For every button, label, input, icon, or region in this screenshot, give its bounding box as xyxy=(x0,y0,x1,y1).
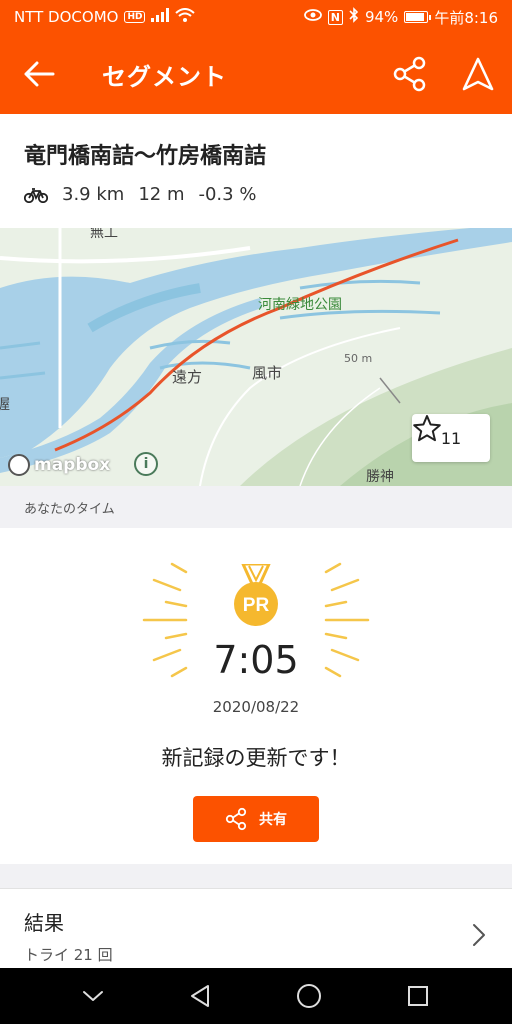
nav-collapse-icon[interactable] xyxy=(82,989,104,1003)
map-label-contour: 50 m xyxy=(344,352,373,365)
map-label-park: 河南緑地公園 xyxy=(258,297,342,313)
segment-map[interactable]: 無工 河南緑地公園 遠方 風市 50 m 勝神 渥 mapbox i 11 xyxy=(0,228,512,486)
results-attempts: トライ 21 回 xyxy=(24,946,113,964)
segment-elevation: 12 m xyxy=(138,184,185,205)
mapbox-logo[interactable]: mapbox xyxy=(8,454,110,476)
status-bar: NTT DOCOMO HD N 94% 午前8:16 xyxy=(0,0,512,34)
star-icon xyxy=(413,415,441,442)
share-button[interactable] xyxy=(376,34,444,114)
results-row[interactable]: 結果 トライ 21 回 xyxy=(0,888,512,968)
map-label-place3: 勝神 xyxy=(366,469,394,485)
nfc-icon: N xyxy=(327,9,343,25)
segment-name: 竜門橋南詰～竹房橋南詰 xyxy=(24,144,267,169)
pr-medal-icon: PR xyxy=(234,564,278,626)
share-icon xyxy=(393,56,426,92)
hd-icon: HD xyxy=(124,11,146,23)
share-icon xyxy=(225,807,247,831)
mapbox-logo-text: mapbox xyxy=(34,455,111,475)
map-label-place1: 遠方 xyxy=(172,368,203,386)
section-header-your-time: あなたのタイム xyxy=(0,486,512,528)
chevron-right-icon xyxy=(473,924,485,946)
signal-icon xyxy=(151,8,170,26)
navigate-icon xyxy=(462,57,494,91)
info-icon[interactable]: i xyxy=(134,452,158,476)
star-button[interactable]: 11 xyxy=(412,414,490,462)
bluetooth-icon xyxy=(349,7,359,27)
battery-percent: 94% xyxy=(364,8,399,26)
navigate-button[interactable] xyxy=(444,34,512,114)
bicycle-icon xyxy=(24,187,48,203)
system-nav-bar xyxy=(0,968,512,1024)
pr-time: 7:05 xyxy=(213,638,299,682)
nav-recents-icon[interactable] xyxy=(406,984,430,1008)
nav-back-icon[interactable] xyxy=(188,984,212,1008)
pr-badge-text: PR xyxy=(243,595,270,616)
map-label-edge-left: 渥 xyxy=(0,397,10,413)
pr-message: 新記録の更新です！ xyxy=(161,746,351,770)
results-title: 結果 xyxy=(24,911,64,935)
pr-share-label: 共有 xyxy=(259,812,287,828)
map-label-place2: 風市 xyxy=(252,364,283,382)
pr-share-button[interactable]: 共有 xyxy=(193,796,319,842)
carrier-label: NTT DOCOMO xyxy=(14,8,119,26)
pr-date: 2020/08/22 xyxy=(212,698,300,716)
page-title: セグメント xyxy=(102,62,227,91)
mapbox-logo-icon xyxy=(8,454,30,476)
segment-stats: 3.9 km 12 m -0.3 % xyxy=(24,184,488,205)
nav-home-icon[interactable] xyxy=(296,983,322,1009)
battery-icon xyxy=(404,11,432,23)
app-bar: セグメント xyxy=(0,34,512,114)
divider xyxy=(0,864,512,888)
segment-grade: -0.3 % xyxy=(198,184,257,205)
back-arrow-icon xyxy=(24,61,55,87)
back-button[interactable] xyxy=(0,34,78,114)
eye-icon xyxy=(303,8,322,26)
battery-fill xyxy=(406,13,425,21)
clock: 午前8:16 xyxy=(434,8,498,27)
segment-distance: 3.9 km xyxy=(62,184,125,205)
pr-card: PR 7:05 2020/08/22 新記録の更新です！ 共有 xyxy=(0,528,512,864)
wifi-icon xyxy=(175,8,196,26)
star-count: 11 xyxy=(440,428,462,448)
segment-header: 竜門橋南詰～竹房橋南詰 3.9 km 12 m -0.3 % xyxy=(0,114,512,228)
map-label-edge-top: 無工 xyxy=(90,228,118,241)
